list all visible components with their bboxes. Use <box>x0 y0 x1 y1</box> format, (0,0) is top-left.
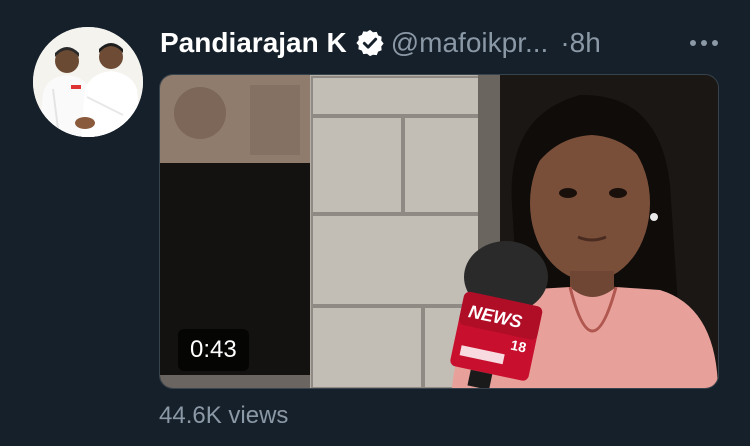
separator-dot: · <box>560 27 570 58</box>
avatar[interactable] <box>33 27 143 137</box>
avatar-photo <box>33 27 143 137</box>
tweet-timestamp[interactable]: 8h <box>570 27 601 59</box>
author-name[interactable]: Pandiarajan K <box>160 27 347 59</box>
tweet-header: Pandiarajan K @mafoikpr... · 8h <box>160 26 720 60</box>
author-handle[interactable]: @mafoikpr... <box>391 27 549 59</box>
more-options-icon[interactable] <box>690 40 720 46</box>
verified-badge-icon <box>356 29 384 57</box>
video-duration-badge: 0:43 <box>178 329 249 371</box>
video-player[interactable]: NEWS 18 0:43 <box>159 74 719 389</box>
view-count[interactable]: 44.6K views <box>159 402 288 430</box>
